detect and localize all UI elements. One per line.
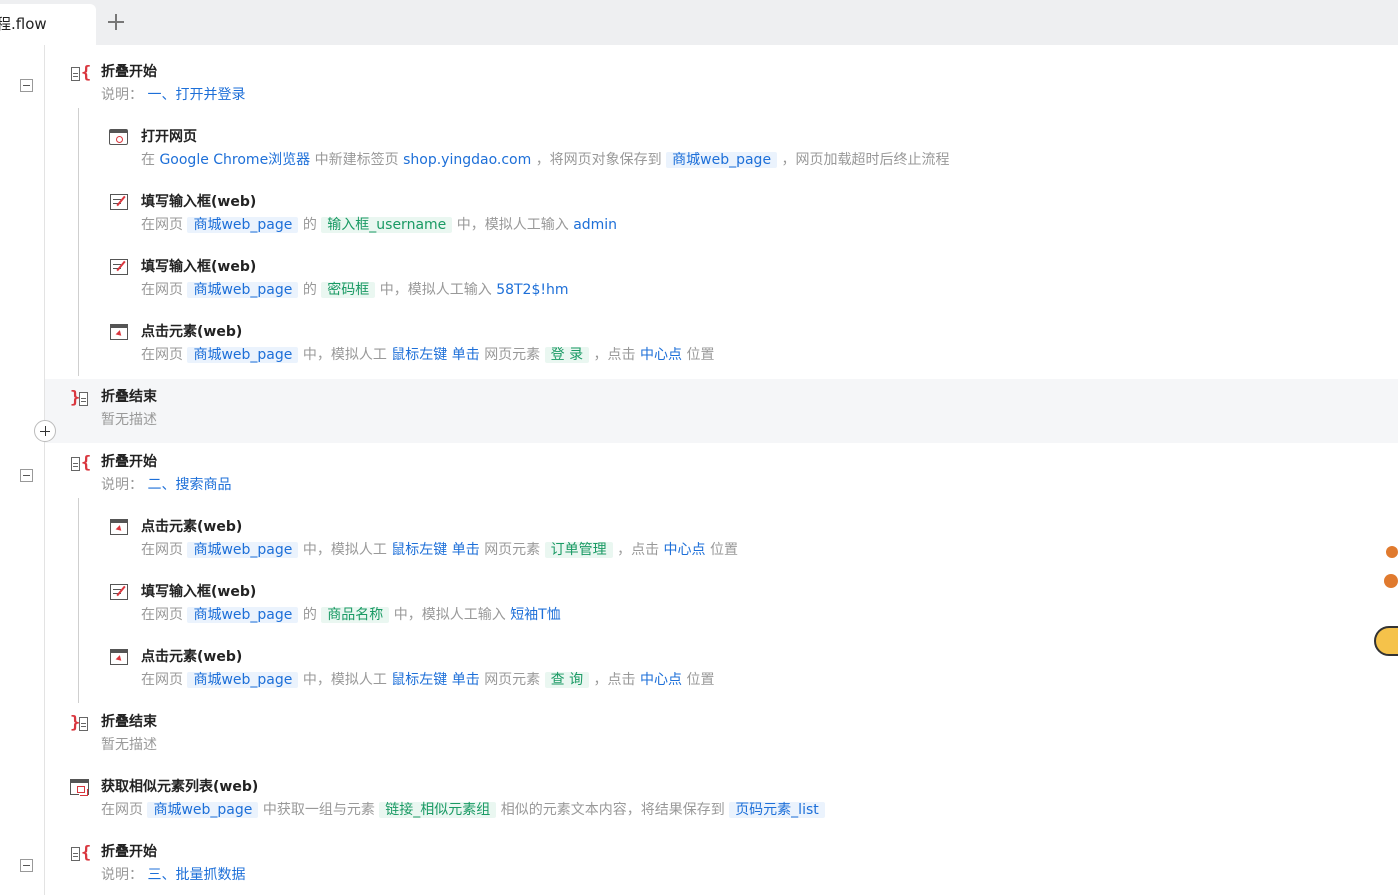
- step-fill-input-username[interactable]: 填写输入框(web) 在网页 商城web_page 的 输入框_username…: [141, 192, 617, 237]
- add-step-button[interactable]: [34, 420, 56, 442]
- selected-row-highlight: [45, 379, 1398, 443]
- input-edit-icon: [110, 584, 128, 600]
- fold-start-icon: {: [70, 453, 91, 474]
- step-title: 点击元素(web): [141, 649, 243, 665]
- step-click-login[interactable]: 点击元素(web) 在网页 商城web_page 中，模拟人工 鼠标左键 单击 …: [141, 322, 714, 367]
- step-desc: 在网页 商城web_page 的 输入框_username 中，模拟人工输入 a…: [141, 217, 618, 233]
- step-desc: 在网页 商城web_page 中获取一组与元素 链接_相似元素组 相似的元素文本…: [101, 798, 825, 822]
- step-desc: 说明： 一、打开并登录: [101, 87, 246, 103]
- step-title: 打开网页: [141, 129, 197, 145]
- element-list-icon: [70, 779, 89, 795]
- step-fold-start-1[interactable]: 折叠开始 说明： 一、打开并登录: [101, 62, 245, 107]
- click-icon: [110, 649, 128, 665]
- tab-title: 程.flow: [0, 15, 47, 33]
- step-title: 折叠开始: [101, 64, 157, 80]
- collapse-toggle-3[interactable]: [20, 859, 33, 872]
- step-desc: 在网页 商城web_page 中，模拟人工 鼠标左键 单击 网页元素 查 询 ，…: [141, 672, 715, 688]
- step-get-similar-elements[interactable]: 获取相似元素列表(web) 在网页 商城web_page 中获取一组与元素 链接…: [101, 777, 825, 822]
- tab-flow-file[interactable]: 程.flow: [0, 4, 96, 45]
- step-title: 填写输入框(web): [141, 194, 257, 210]
- step-title: 折叠开始: [101, 844, 157, 860]
- step-fill-input-product[interactable]: 填写输入框(web) 在网页 商城web_page 的 商品名称 中，模拟人工输…: [141, 582, 561, 627]
- step-title: 折叠结束: [101, 714, 157, 730]
- step-fold-end-1[interactable]: 折叠结束 暂无描述: [101, 387, 157, 432]
- fold-start-icon: {: [70, 843, 91, 864]
- step-desc: 暂无描述: [101, 412, 157, 428]
- step-click-order-manage[interactable]: 点击元素(web) 在网页 商城web_page 中，模拟人工 鼠标左键 单击 …: [141, 517, 738, 562]
- step-open-webpage[interactable]: 打开网页 在 Google Chrome浏览器 中新建标签页 shop.ying…: [141, 127, 950, 172]
- step-title: 折叠结束: [101, 389, 157, 405]
- step-title: 获取相似元素列表(web): [101, 779, 259, 795]
- click-icon: [110, 519, 128, 535]
- step-fold-end-2[interactable]: 折叠结束 暂无描述: [101, 712, 157, 757]
- click-icon: [110, 324, 128, 340]
- collapse-toggle-2[interactable]: [20, 469, 33, 482]
- fold-end-icon: }: [70, 388, 90, 409]
- fold-guide-line: [78, 498, 79, 703]
- collapse-toggle-1[interactable]: [20, 79, 33, 92]
- fold-guide-line: [78, 108, 79, 376]
- step-desc: 在网页 商城web_page 中，模拟人工 鼠标左键 单击 网页元素 登 录 ，…: [141, 347, 715, 363]
- browser-icon: [109, 129, 128, 145]
- input-edit-icon: [110, 259, 128, 275]
- mascot-assistant-icon[interactable]: [1372, 540, 1398, 660]
- step-desc: 在网页 商城web_page 的 商品名称 中，模拟人工输入 短袖T恤: [141, 607, 561, 623]
- step-desc: 在网页 商城web_page 中，模拟人工 鼠标左键 单击 网页元素 订单管理 …: [141, 542, 738, 558]
- input-edit-icon: [110, 194, 128, 210]
- step-fill-input-password[interactable]: 填写输入框(web) 在网页 商城web_page 的 密码框 中，模拟人工输入…: [141, 257, 569, 302]
- fold-start-icon: {: [70, 63, 91, 84]
- step-title: 填写输入框(web): [141, 584, 257, 600]
- step-desc: 在网页 商城web_page 的 密码框 中，模拟人工输入 58T2$!hm: [141, 282, 569, 298]
- step-click-query[interactable]: 点击元素(web) 在网页 商城web_page 中，模拟人工 鼠标左键 单击 …: [141, 647, 714, 692]
- step-fold-start-2[interactable]: 折叠开始 说明： 二、搜索商品: [101, 452, 231, 497]
- gutter-divider: [44, 45, 45, 895]
- step-fold-start-3[interactable]: 折叠开始 说明： 三、批量抓数据: [101, 842, 245, 887]
- tab-bar: 程.flow: [0, 0, 1398, 45]
- add-tab-icon[interactable]: [106, 12, 126, 32]
- step-desc: 说明： 三、批量抓数据: [101, 867, 246, 883]
- step-desc: 说明： 二、搜索商品: [101, 477, 232, 493]
- fold-end-icon: }: [70, 713, 90, 734]
- step-title: 点击元素(web): [141, 519, 243, 535]
- step-desc: 暂无描述: [101, 737, 157, 753]
- step-title: 折叠开始: [101, 454, 157, 470]
- step-title: 点击元素(web): [141, 324, 243, 340]
- step-desc: 在 Google Chrome浏览器 中新建标签页 shop.yingdao.c…: [141, 152, 950, 168]
- step-title: 填写输入框(web): [141, 259, 257, 275]
